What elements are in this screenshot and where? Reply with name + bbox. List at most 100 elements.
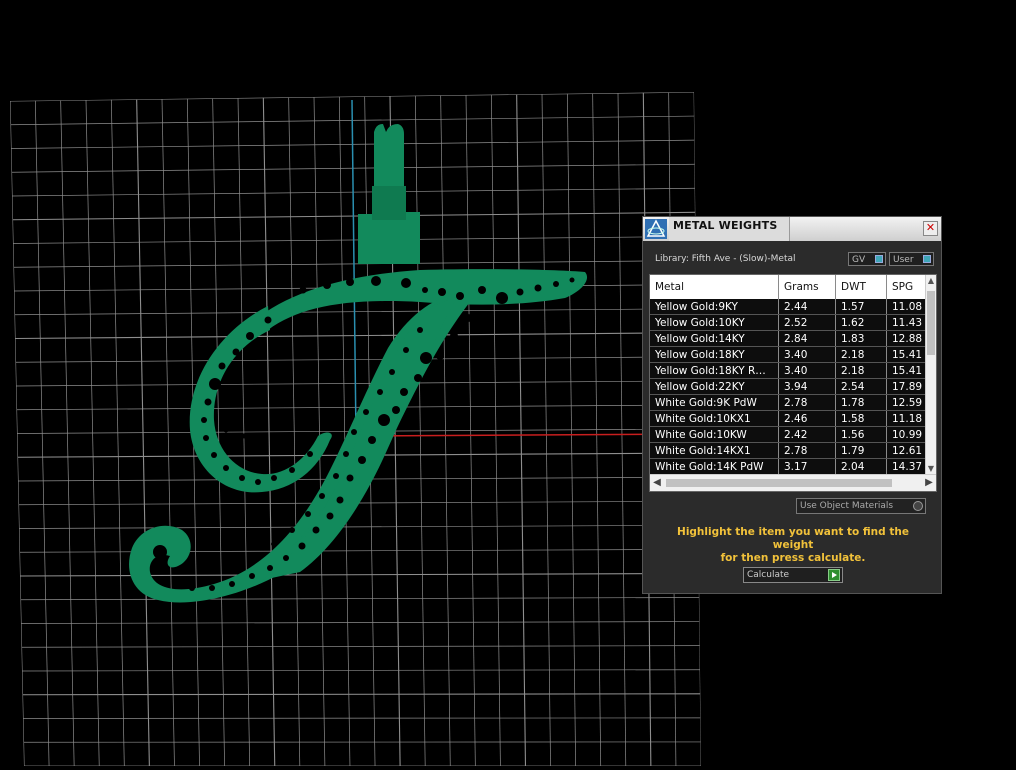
chevron-right-icon[interactable]: ▶ xyxy=(922,475,936,491)
pendant-hole xyxy=(201,417,207,423)
table-row[interactable]: Yellow Gold:10KY2.521.6211.43 xyxy=(650,315,926,331)
vertical-scroll-thumb[interactable] xyxy=(927,291,935,355)
cell-dwt: 1.58 xyxy=(836,411,887,426)
cell-spg: 11.18 xyxy=(887,411,926,426)
vertical-scrollbar[interactable]: ▲ ▼ xyxy=(925,275,936,475)
cell-dwt: 1.83 xyxy=(836,331,887,346)
cell-metal: Yellow Gold:18KY R… xyxy=(650,363,779,378)
table-header: Metal Grams DWT SPG xyxy=(650,275,926,299)
pendant-hole xyxy=(189,585,195,591)
instruction-line-2: for then press calculate. xyxy=(657,552,929,565)
pendant-hole xyxy=(570,278,575,283)
cell-spg: 11.43 xyxy=(887,315,926,330)
cell-grams: 2.52 xyxy=(779,315,836,330)
cell-spg: 12.59 xyxy=(887,395,926,410)
column-header-metal[interactable]: Metal xyxy=(650,275,779,299)
pendant-hole xyxy=(233,349,240,356)
table-row[interactable]: White Gold:10KW2.421.5610.99 xyxy=(650,427,926,443)
table-row[interactable]: Yellow Gold:14KY2.841.8312.88 xyxy=(650,331,926,347)
grid-line xyxy=(16,381,697,386)
pendant-hole xyxy=(351,429,357,435)
library-label: Library: Fifth Ave - (Slow)-Metal xyxy=(655,254,796,264)
table-row[interactable]: White Gold:9K PdW2.781.7812.59 xyxy=(650,395,926,411)
grid-line xyxy=(22,646,700,648)
cell-grams: 2.42 xyxy=(779,427,836,442)
horizontal-scroll-thumb[interactable] xyxy=(666,479,892,487)
table-row[interactable]: Yellow Gold:18KY R…3.402.1815.41 xyxy=(650,363,926,379)
table-row[interactable]: Yellow Gold:18KY3.402.1815.41 xyxy=(650,347,926,363)
chevron-left-icon[interactable]: ◀ xyxy=(650,475,664,491)
cell-grams: 3.40 xyxy=(779,363,836,378)
user-indicator-icon xyxy=(923,255,931,263)
pendant-hole xyxy=(305,511,311,517)
letter-left-bowl xyxy=(190,306,332,492)
pendant-hole xyxy=(211,452,217,458)
pendant-hole xyxy=(422,287,428,293)
column-header-dwt[interactable]: DWT xyxy=(836,275,887,299)
grid-line xyxy=(22,670,700,671)
cell-dwt: 2.18 xyxy=(836,363,887,378)
column-header-grams[interactable]: Grams xyxy=(779,275,836,299)
pendant-hole xyxy=(300,287,307,294)
cell-metal: Yellow Gold:22KY xyxy=(650,379,779,394)
pendant-hole xyxy=(371,276,381,286)
pendant-hole xyxy=(417,327,423,333)
cell-grams: 3.17 xyxy=(779,459,836,474)
grid-line xyxy=(15,333,697,339)
pendant-hole xyxy=(403,347,409,353)
grid-line xyxy=(20,549,699,552)
panel-title: METAL WEIGHTS xyxy=(673,219,777,232)
cell-dwt: 1.78 xyxy=(836,395,887,410)
cell-dwt: 1.79 xyxy=(836,443,887,458)
horizontal-scrollbar[interactable]: ◀ ▶ xyxy=(650,474,936,491)
pendant-hole xyxy=(229,581,235,587)
pendant-hole xyxy=(436,352,444,360)
cell-spg: 12.88 xyxy=(887,331,926,346)
column-header-spg[interactable]: SPG xyxy=(887,275,926,299)
use-object-materials-toggle[interactable]: Use Object Materials xyxy=(796,498,926,514)
gv-toggle-button[interactable]: GV xyxy=(848,252,886,266)
cell-grams: 2.84 xyxy=(779,331,836,346)
pendant-hole xyxy=(347,475,354,482)
pendant-hole xyxy=(377,389,383,395)
cell-grams: 3.40 xyxy=(779,347,836,362)
pendant-hole xyxy=(333,473,339,479)
pendant-hole xyxy=(307,451,313,457)
pendant-hole xyxy=(438,288,446,296)
pendant-hole xyxy=(239,475,245,481)
pendant-hole xyxy=(205,399,212,406)
panel-titlebar[interactable]: METAL WEIGHTS ✕ xyxy=(643,217,941,241)
user-toggle-button[interactable]: User xyxy=(889,252,934,266)
table-row[interactable]: White Gold:14KX12.781.7912.61 xyxy=(650,443,926,459)
calculate-button[interactable]: Calculate xyxy=(743,567,843,583)
grid-line xyxy=(23,718,701,719)
pendant-hole xyxy=(368,436,376,444)
table-row[interactable]: Yellow Gold:22KY3.942.5417.89 xyxy=(650,379,926,395)
instruction-text: Highlight the item you want to find the … xyxy=(657,526,929,565)
metal-weights-table[interactable]: Metal Grams DWT SPG Yellow Gold:9KY2.441… xyxy=(649,274,937,492)
pendant-hole xyxy=(535,285,542,292)
table-row[interactable]: White Gold:14K PdW3.172.0414.37 xyxy=(650,459,926,475)
pendant-hole xyxy=(173,577,179,583)
pendant-hole xyxy=(283,555,289,561)
cell-metal: White Gold:14KX1 xyxy=(650,443,779,458)
pendant-hole xyxy=(464,314,472,322)
cell-dwt: 2.54 xyxy=(836,379,887,394)
pendant-hole xyxy=(253,553,259,559)
close-icon[interactable]: ✕ xyxy=(923,221,938,236)
table-row[interactable]: Yellow Gold:9KY2.441.5711.08 xyxy=(650,299,926,315)
gv-label: GV xyxy=(852,255,865,265)
grid-line xyxy=(19,525,699,528)
pendant-hole xyxy=(337,497,344,504)
cell-metal: Yellow Gold:10KY xyxy=(650,315,779,330)
table-row[interactable]: White Gold:10KX12.461.5811.18 xyxy=(650,411,926,427)
cell-dwt: 2.18 xyxy=(836,347,887,362)
play-icon xyxy=(828,569,840,581)
cell-grams: 3.94 xyxy=(779,379,836,394)
radio-indicator-icon xyxy=(913,501,923,511)
pendant-hole xyxy=(420,352,432,364)
pendant-hole xyxy=(229,411,235,417)
cell-grams: 2.44 xyxy=(779,299,836,314)
chevron-up-icon[interactable]: ▲ xyxy=(926,275,936,287)
pendant-hole xyxy=(271,475,277,481)
